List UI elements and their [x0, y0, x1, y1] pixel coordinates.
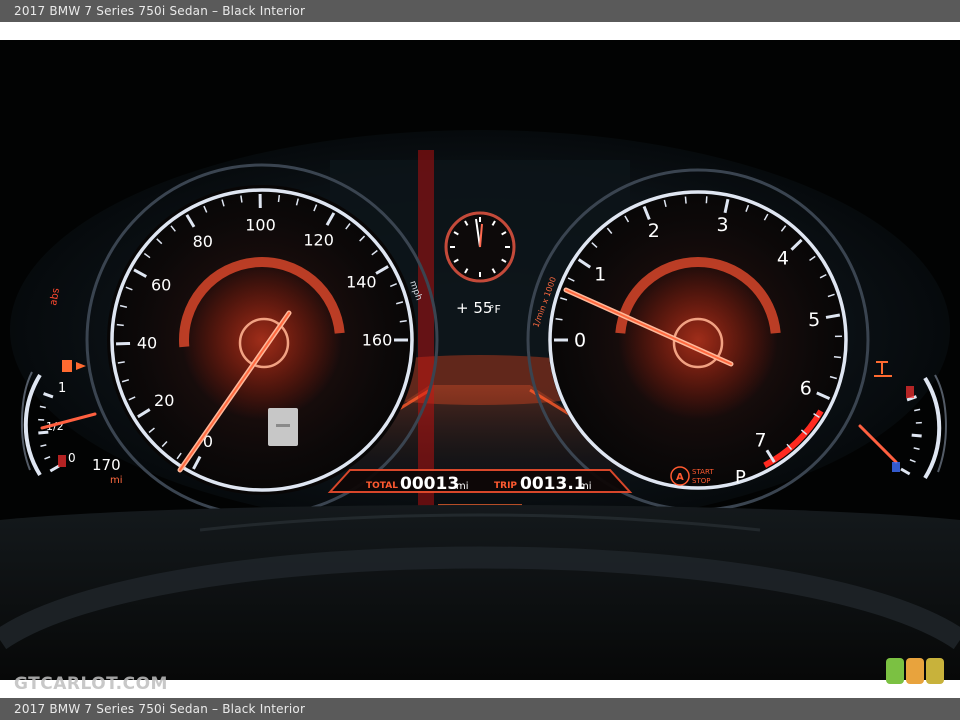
site-logo-orange	[906, 658, 924, 684]
instrument-cluster-photo: + 55 °F 1 1/2 0 170 mi abs 0204060801001…	[0, 40, 960, 680]
total-value: 00013	[400, 474, 459, 494]
fuel-label-full: 1	[58, 381, 66, 396]
caption-bar-top: 2017 BMW 7 Series 750i Sedan – Black Int…	[0, 0, 960, 22]
speed-label-8: 160	[362, 331, 393, 350]
red-light-streak	[418, 150, 434, 520]
white-band-top	[0, 22, 960, 40]
tach-label-4: 4	[777, 248, 789, 270]
total-label: TOTAL	[366, 481, 398, 491]
trip-label: TRIP	[494, 481, 517, 491]
caption-top: 2017 BMW 7 Series 750i Sedan – Black Int…	[14, 4, 306, 18]
site-logo-green	[886, 658, 904, 684]
fuel-pump-icon	[62, 360, 72, 372]
total-unit: mi	[456, 481, 469, 492]
site-logo-yellow	[926, 658, 944, 684]
speed-label-6: 120	[303, 231, 334, 250]
speed-tick	[399, 320, 407, 323]
speed-label-5: 100	[245, 216, 276, 235]
speed-label-1: 20	[154, 391, 174, 410]
speed-label-3: 60	[151, 275, 171, 294]
fuel-reserve-mark	[58, 455, 66, 467]
tach-tick	[684, 196, 687, 204]
tach-label-3: 3	[716, 214, 728, 236]
tach-label-6: 6	[800, 378, 812, 400]
tach-tick	[555, 317, 563, 321]
analog-clock	[444, 211, 516, 283]
tach-label-1: 1	[594, 264, 606, 286]
temperature-unit: °F	[489, 303, 501, 316]
svg-text:A: A	[676, 472, 684, 483]
speed-label-2: 40	[137, 334, 157, 353]
caption-bottom: 2017 BMW 7 Series 750i Sedan – Black Int…	[14, 702, 306, 716]
speed-label-7: 140	[346, 273, 377, 292]
fuel-range: 170	[92, 456, 121, 474]
start-stop-stop: STOP	[692, 477, 710, 485]
tach-label-0: 0	[574, 330, 586, 352]
outside-temperature: + 55	[456, 299, 492, 317]
speed-label-4: 80	[193, 232, 213, 251]
trip-value: 0013.1	[520, 474, 586, 494]
gear-indicator: P	[735, 467, 746, 488]
tach-label-5: 5	[808, 309, 820, 331]
fuel-label-empty: 0	[68, 451, 76, 465]
fuel-range-unit: mi	[110, 475, 123, 486]
tach-label-2: 2	[648, 220, 660, 242]
caption-bar-bottom: 2017 BMW 7 Series 750i Sedan – Black Int…	[0, 698, 960, 720]
speed-tick	[116, 323, 124, 327]
coolant-tick	[911, 433, 922, 438]
tach-tick	[833, 355, 842, 359]
start-stop-start: START	[692, 468, 714, 476]
speed-tick	[277, 194, 281, 203]
tach-label-7: 7	[754, 430, 766, 452]
watermark: GTCARLOT.COM	[14, 674, 168, 694]
speed-tick	[240, 195, 243, 203]
trip-unit: mi	[579, 481, 592, 492]
